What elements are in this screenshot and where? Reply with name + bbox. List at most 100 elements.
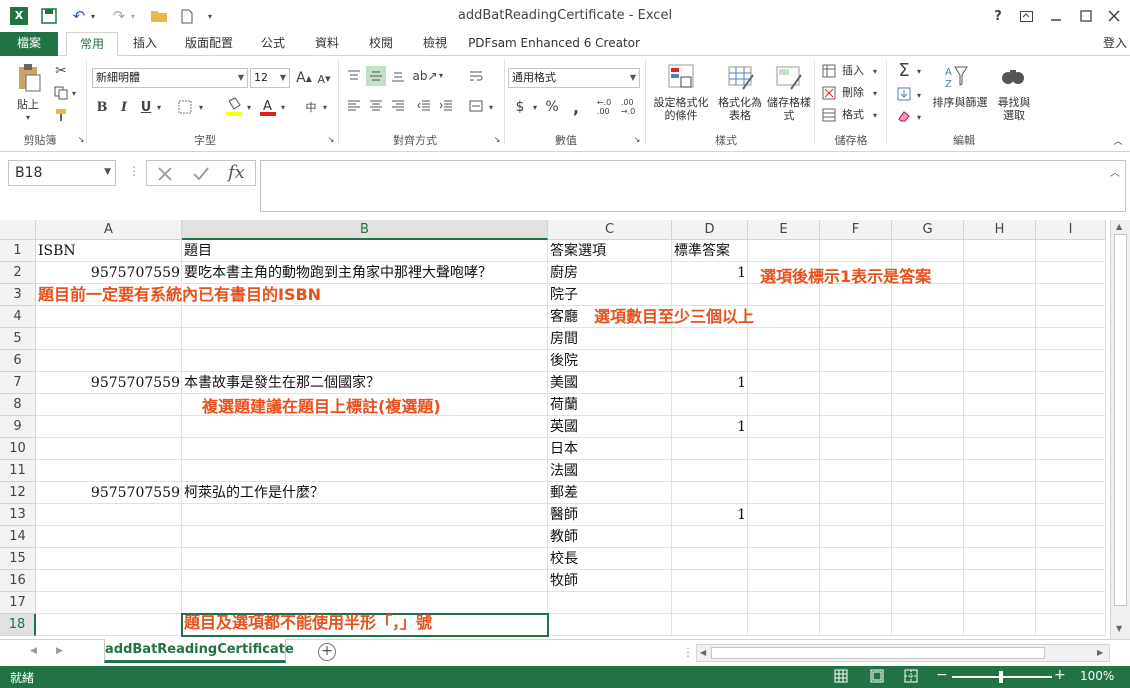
row-header[interactable]: 15 [0,548,36,570]
grid-cell[interactable] [892,526,964,548]
delete-cells-icon[interactable] [820,84,838,102]
grid-cell[interactable] [36,526,182,548]
grid-cell[interactable] [182,350,548,372]
increase-font-icon[interactable]: A ▲ [296,68,312,88]
grid-cell[interactable] [892,328,964,350]
clear-dropdown-icon[interactable]: ▾ [914,110,924,124]
row-header[interactable]: 4 [0,306,36,328]
tab-review[interactable]: 校閱 [358,32,404,56]
row-header[interactable]: 10 [0,438,36,460]
customize-qat-icon[interactable]: ▾ [204,9,216,23]
row-header[interactable]: 6 [0,350,36,372]
grid-cell[interactable] [672,460,748,482]
redo-dropdown-icon[interactable]: ▾ [128,7,138,25]
grid-cell[interactable] [892,240,964,262]
grid-cell[interactable] [1036,350,1106,372]
delete-dropdown-icon[interactable]: ▾ [870,86,880,100]
grid-cell[interactable] [748,592,820,614]
chevron-down-icon[interactable]: ▼ [104,167,111,177]
grid-cell[interactable] [964,394,1036,416]
italic-button[interactable]: I [116,98,132,116]
clipboard-launcher-icon[interactable]: ↘ [76,134,86,144]
row-header[interactable]: 16 [0,570,36,592]
tab-page-layout[interactable]: 版面配置 [176,32,242,56]
format-table-button[interactable]: 格式化為表格 [714,96,766,122]
font-color-icon[interactable]: A [258,96,278,118]
redo-icon[interactable]: ↷ [110,6,128,26]
grid-cell[interactable] [672,526,748,548]
format-dropdown-icon[interactable]: ▾ [870,108,880,122]
tab-home[interactable]: 常用 [66,32,118,56]
vertical-scrollbar[interactable]: ▲ ▼ [1110,220,1130,639]
grid-cell[interactable] [182,548,548,570]
grid-cell[interactable] [748,240,820,262]
grid-cell[interactable] [182,328,548,350]
autosum-icon[interactable]: Σ [894,60,914,81]
tab-data[interactable]: 資料 [304,32,350,56]
grid-cell[interactable] [964,262,1036,284]
align-bottom-icon[interactable] [388,66,408,86]
enter-check-icon[interactable] [190,163,212,185]
paste-dropdown-icon[interactable]: ▾ [22,112,34,122]
grid-cell[interactable] [964,548,1036,570]
copy-dropdown-icon[interactable]: ▾ [70,86,78,100]
grid-cell[interactable] [964,284,1036,306]
underline-dropdown-icon[interactable]: ▾ [154,100,164,114]
grid-cell[interactable] [672,438,748,460]
horizontal-scrollbar[interactable]: ◀ ▶ [696,644,1110,662]
grid-cell[interactable] [36,460,182,482]
number-format-combo[interactable]: 通用格式 ▼ [508,68,640,88]
grid-cell[interactable] [820,372,892,394]
find-select-button[interactable]: 尋找與選取 [994,96,1034,122]
page-break-view-icon[interactable] [904,669,920,685]
sign-in-link[interactable]: 登入 [1100,32,1130,56]
undo-dropdown-icon[interactable]: ▾ [88,7,98,25]
grid-cell[interactable] [820,570,892,592]
grid-cell[interactable] [892,394,964,416]
save-icon[interactable] [40,7,58,25]
decrease-decimal-icon[interactable]: .00 →.0 [618,98,638,116]
add-sheet-icon[interactable]: + [318,643,336,661]
grid-cell[interactable] [964,526,1036,548]
format-cells-icon[interactable] [820,106,838,124]
merge-center-icon[interactable] [466,96,486,116]
tab-insert[interactable]: 插入 [122,32,168,56]
format-table-icon[interactable] [726,62,756,92]
phonetic-icon[interactable]: 中 [302,98,320,116]
grid-cell[interactable] [964,482,1036,504]
grid-cell[interactable] [892,350,964,372]
grid-cell[interactable] [892,372,964,394]
tab-file[interactable]: 檔案 [0,32,58,56]
grid-cell[interactable] [820,460,892,482]
row-header[interactable]: 2 [0,262,36,284]
grid-cell[interactable] [1036,548,1106,570]
align-left-icon[interactable] [344,96,364,116]
grid-cell[interactable] [820,614,892,636]
grid-cell[interactable] [548,614,672,636]
grid-cell[interactable] [182,570,548,592]
grid-cell[interactable] [964,460,1036,482]
grid-cell[interactable] [820,526,892,548]
percent-icon[interactable]: % [544,98,560,116]
align-right-icon[interactable] [388,96,408,116]
insert-dropdown-icon[interactable]: ▾ [870,64,880,78]
worksheet-grid[interactable]: A B C D E F G H I 1 2 3 4 5 6 7 8 9 10 11 12 13 14 15 16 17 18 ISBN… [0,220,1110,639]
align-middle-icon[interactable] [366,66,386,86]
row-header[interactable]: 5 [0,328,36,350]
grid-cell[interactable] [748,614,820,636]
grid-cell[interactable] [748,526,820,548]
borders-icon[interactable] [176,98,194,116]
sheet-tab-active[interactable]: addBatReadingCertificate [104,639,294,663]
grid-cell[interactable] [964,240,1036,262]
font-name-combo[interactable]: 新細明體 ▼ [92,68,248,88]
undo-icon[interactable]: ↶ [70,6,88,26]
grid-cell[interactable] [964,438,1036,460]
grid-cell[interactable] [1036,284,1106,306]
align-top-icon[interactable] [344,66,364,86]
collapse-ribbon-icon[interactable]: ︿ [1112,134,1124,147]
insert-cells-icon[interactable] [820,62,838,80]
grid-cell[interactable] [36,592,182,614]
sort-filter-icon[interactable]: AZ [942,62,972,92]
zoom-thumb[interactable] [999,671,1003,683]
tab-split-grip-icon[interactable]: ⋮ [682,645,694,659]
